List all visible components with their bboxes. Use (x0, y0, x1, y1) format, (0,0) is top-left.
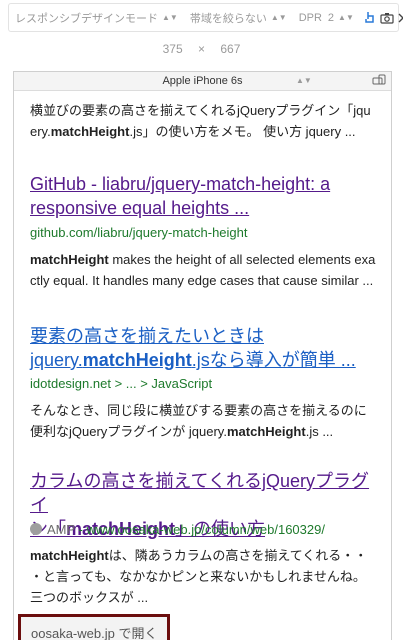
responsive-mode-label: レスポンシブデザインモード (15, 10, 158, 26)
camera-icon[interactable] (380, 10, 394, 26)
result-title-link[interactable]: GitHub - liabru/jquery-match-height: a r… (30, 172, 380, 220)
viewport-height[interactable]: 667 (220, 42, 240, 56)
snippet-line: matchHeightは、隣あうカラムの高さを揃えてくれる・・ (30, 545, 380, 566)
result-snippet: matchHeightは、隣あうカラムの高さを揃えてくれる・・ ・と言っても、な… (30, 545, 380, 608)
amp-icon (30, 523, 42, 535)
snippet-line: ・と言っても、なかなかピンと来ないかもしれませんね。 (30, 566, 380, 587)
snippet-line: ery.matchHeight.js」の使い方をメモ。 使い方 jquery .… (30, 121, 380, 142)
amp-label: AMP (47, 522, 75, 537)
page-viewport[interactable]: 横並びの要素の高さを揃えてくれるjQueryプラグイン「jqu ery.matc… (14, 91, 391, 640)
title-line: responsive equal heights ... (30, 196, 380, 220)
result-snippet: 横並びの要素の高さを揃えてくれるjQueryプラグイン「jqu ery.matc… (30, 100, 380, 142)
touch-simulation-icon[interactable] (364, 10, 376, 26)
result-title-link[interactable]: 要素の高さを揃えたいときは jquery.matchHeight.jsなら導入が… (30, 324, 380, 372)
title-line: 要素の高さを揃えたいときは (30, 324, 380, 348)
dpr-dropdown[interactable]: DPR 2 ▲▼ (293, 4, 360, 31)
result-snippet: matchHeight makes the height of all sele… (30, 249, 380, 291)
snippet-line: 便利なjQueryプラグインが jquery.matchHeight.js ..… (30, 421, 380, 442)
result-url: github.com/liabru/jquery-match-height (30, 224, 380, 242)
device-name: Apple iPhone 6s (162, 75, 242, 87)
viewport-width[interactable]: 375 (163, 42, 183, 56)
open-button-label: oosaka-web.jp で開く (31, 623, 157, 640)
chevron-updown-icon: ▲▼ (338, 13, 354, 22)
snippet-line: 三つのボックスが ... (30, 587, 380, 608)
devtools-toolbar: レスポンシブデザインモード ▲▼ 帯域を絞らない ▲▼ DPR 2 ▲▼ (8, 3, 399, 32)
bandwidth-label: 帯域を絞らない (190, 10, 267, 26)
title-line: カラムの高さを揃えてくれるjQueryプラグイ (30, 469, 380, 517)
device-frame: Apple iPhone 6s ▲▼ 横並びの要素の高さを揃えてくれるjQuer… (13, 71, 392, 640)
rotate-device-icon[interactable] (371, 73, 387, 89)
result-snippet: そんなとき、同じ段に横並びする要素の高さを揃えるのに 便利なjQueryプラグイ… (30, 400, 380, 442)
chevron-updown-icon: ▲▼ (162, 13, 178, 22)
chevron-updown-icon: ▲▼ (271, 13, 287, 22)
snippet-line: ctly equal. It handles many edge cases t… (30, 270, 380, 291)
viewport-times: × (198, 42, 205, 56)
snippet-line: そんなとき、同じ段に横並びする要素の高さを揃えるのに (30, 400, 380, 421)
open-in-site-button[interactable]: oosaka-web.jp で開く (18, 614, 170, 640)
device-selector[interactable]: Apple iPhone 6s ▲▼ (14, 72, 391, 91)
title-line: jquery.matchHeight.jsなら導入が簡単 ... (30, 348, 380, 372)
snippet-line: matchHeight makes the height of all sele… (30, 249, 380, 270)
bandwidth-dropdown[interactable]: 帯域を絞らない ▲▼ (184, 4, 293, 31)
viewport-dimensions: 375 × 667 (0, 42, 403, 56)
dpr-value: 2 (328, 12, 334, 24)
responsive-mode-dropdown[interactable]: レスポンシブデザインモード ▲▼ (9, 4, 184, 31)
chevron-updown-icon: ▲▼ (296, 76, 312, 85)
snippet-line: 横並びの要素の高さを揃えてくれるjQueryプラグイン「jqu (30, 100, 380, 121)
result-url[interactable]: idotdesign.net > ... > JavaScript (30, 375, 380, 393)
close-icon[interactable] (398, 10, 403, 26)
result-url[interactable]: AMP - www.oosaka-web.jp/column/web/16032… (30, 521, 380, 539)
dpr-label: DPR (299, 12, 322, 24)
title-line: GitHub - liabru/jquery-match-height: a (30, 172, 380, 196)
